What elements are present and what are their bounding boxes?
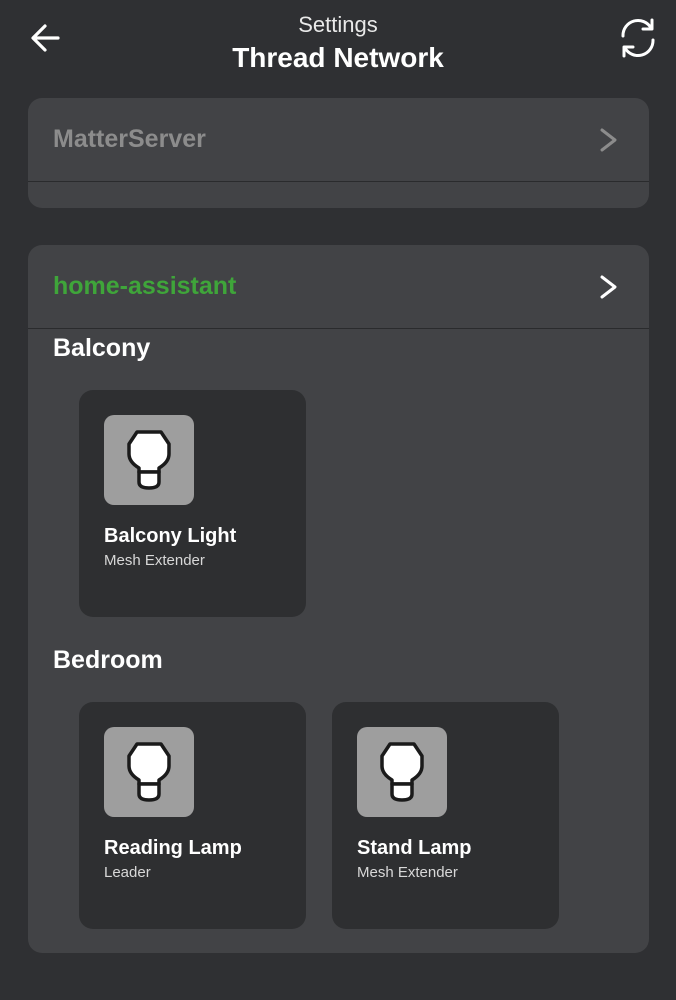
- network-name: MatterServer: [53, 125, 206, 153]
- device-role: Leader: [104, 864, 151, 881]
- page-title: Thread Network: [232, 42, 444, 73]
- device-card-balcony-light[interactable]: Balcony Light Mesh Extender: [79, 390, 306, 617]
- refresh-icon: [621, 18, 655, 58]
- network-card-matterserver: MatterServer: [28, 98, 649, 208]
- page-subtitle: Settings: [298, 12, 378, 37]
- light-bulb-icon: [127, 430, 171, 490]
- device-icon-box: [104, 415, 194, 505]
- device-role: Mesh Extender: [104, 552, 205, 569]
- device-icon-box: [357, 727, 447, 817]
- light-bulb-icon: [380, 742, 424, 802]
- device-card-reading-lamp[interactable]: Reading Lamp Leader: [79, 702, 306, 929]
- device-name: Reading Lamp: [104, 837, 242, 859]
- network-name: home-assistant: [53, 272, 237, 300]
- area-title-bedroom: Bedroom: [53, 646, 163, 674]
- device-card-stand-lamp[interactable]: Stand Lamp Mesh Extender: [332, 702, 559, 929]
- refresh-button[interactable]: [614, 14, 662, 62]
- chevron-right-icon: [600, 275, 617, 299]
- device-icon-box: [104, 727, 194, 817]
- device-name: Balcony Light: [104, 525, 237, 547]
- light-bulb-icon: [127, 742, 171, 802]
- network-header-home-assistant[interactable]: home-assistant: [28, 245, 649, 329]
- chevron-right-icon: [600, 128, 617, 152]
- device-role: Mesh Extender: [357, 864, 458, 881]
- area-title-balcony: Balcony: [53, 334, 151, 362]
- network-header-matterserver[interactable]: MatterServer: [28, 98, 649, 182]
- network-card-home-assistant: home-assistant Balcony Balcony Light Mes…: [28, 245, 649, 953]
- top-app-bar: Settings Thread Network: [0, 0, 676, 90]
- device-name: Stand Lamp: [357, 837, 472, 859]
